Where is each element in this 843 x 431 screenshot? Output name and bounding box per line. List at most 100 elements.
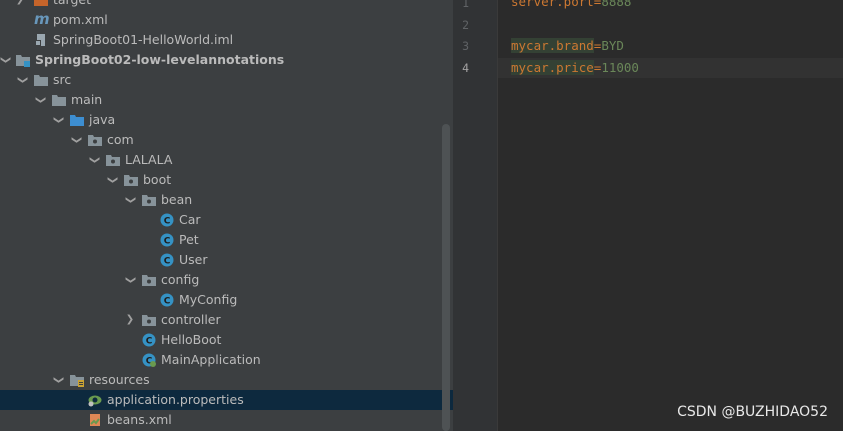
- tree-item-pet[interactable]: C Pet: [0, 230, 453, 250]
- svg-text:C: C: [164, 297, 171, 307]
- tree-item-label: User: [179, 252, 208, 267]
- tree-item-helloboot[interactable]: C HelloBoot: [0, 330, 453, 350]
- spring-properties-icon: [88, 393, 102, 407]
- class-icon: C: [160, 293, 174, 307]
- tree-item-label: java: [89, 112, 116, 127]
- chevron-down-icon[interactable]: ❯: [48, 374, 68, 386]
- class-icon: C: [160, 233, 174, 247]
- module-file-icon: [34, 33, 48, 47]
- tree-item-label: LALALA: [125, 152, 173, 167]
- property-key: mycar.brand: [511, 38, 594, 53]
- line-number: 3: [462, 39, 469, 53]
- tree-item-label: Pet: [179, 232, 199, 247]
- tree-item-boot[interactable]: ❯ boot: [0, 170, 453, 190]
- svg-text:C: C: [164, 257, 171, 267]
- tree-item-label: MyConfig: [179, 292, 238, 307]
- tree-item-mainapplication[interactable]: C MainApplication: [0, 350, 453, 370]
- chevron-right-icon[interactable]: ❯: [124, 310, 136, 330]
- chevron-down-icon[interactable]: ❯: [120, 274, 140, 286]
- tree-item-module[interactable]: ❯ SpringBoot02-low-levelannotations: [0, 50, 453, 70]
- tree-item-bean[interactable]: ❯ bean: [0, 190, 453, 210]
- tree-item-application-properties[interactable]: application.properties: [0, 390, 453, 410]
- spring-boot-class-icon: C: [142, 353, 156, 367]
- tree-item-label: Car: [179, 212, 201, 227]
- chevron-down-icon[interactable]: ❯: [0, 54, 15, 66]
- code-line-4[interactable]: mycar.price=11000: [511, 58, 639, 78]
- spring-xml-icon: [88, 413, 102, 427]
- chevron-down-icon[interactable]: ❯: [66, 134, 86, 146]
- code-editor[interactable]: 1 2 3 4 server.port=8888 mycar.brand=BYD…: [453, 0, 843, 431]
- tree-item-myconfig[interactable]: C MyConfig: [0, 290, 453, 310]
- class-icon: C: [160, 253, 174, 267]
- tree-item-label: bean: [161, 192, 193, 207]
- tree-item-label: controller: [161, 312, 221, 327]
- tree-item-label: beans.xml: [107, 412, 172, 427]
- tree-item-label: resources: [89, 372, 150, 387]
- code-line-3[interactable]: mycar.brand=BYD: [511, 36, 624, 56]
- tree-item-java[interactable]: ❯ java: [0, 110, 453, 130]
- folder-icon: [52, 93, 66, 107]
- tree-item-com[interactable]: ❯ com: [0, 130, 453, 150]
- property-value: BYD: [601, 38, 624, 53]
- tree-item-beans-xml[interactable]: beans.xml: [0, 410, 453, 430]
- maven-icon: m: [34, 10, 50, 28]
- tree-item-label: SpringBoot02-low-levelannotations: [35, 52, 285, 67]
- chevron-down-icon[interactable]: ❯: [84, 154, 104, 166]
- svg-text:C: C: [164, 217, 171, 227]
- chevron-down-icon[interactable]: ❯: [30, 94, 50, 106]
- chevron-down-icon[interactable]: ❯: [12, 74, 32, 86]
- tree-item-label: target: [53, 0, 91, 10]
- tree-scrollbar[interactable]: [442, 124, 450, 431]
- project-tree-panel: ❯ target m pom.xml SpringBoot01-HelloWor…: [0, 0, 453, 431]
- tree-item-label: main: [71, 92, 103, 107]
- property-key: server.port: [511, 0, 594, 9]
- property-value: 8888: [601, 0, 632, 9]
- tree-item-lalala[interactable]: ❯ LALALA: [0, 150, 453, 170]
- chevron-down-icon[interactable]: ❯: [120, 194, 140, 206]
- line-number-gutter: 1 2 3 4: [453, 0, 497, 431]
- tree-item-label: pom.xml: [53, 12, 108, 27]
- tree-item-controller[interactable]: ❯ controller: [0, 310, 453, 330]
- package-icon: [106, 153, 120, 167]
- tree-item-pom-xml[interactable]: m pom.xml: [0, 10, 453, 30]
- tree-item-target[interactable]: ❯ target: [0, 0, 453, 10]
- tree-item-iml-file[interactable]: SpringBoot01-HelloWorld.iml: [0, 30, 453, 50]
- svg-text:C: C: [146, 337, 153, 347]
- property-value: 11000: [601, 60, 639, 75]
- source-folder-icon: [70, 113, 84, 127]
- tree-item-src[interactable]: ❯ src: [0, 70, 453, 90]
- chevron-down-icon[interactable]: ❯: [48, 114, 68, 126]
- tree-item-user[interactable]: C User: [0, 250, 453, 270]
- tree-item-main[interactable]: ❯ main: [0, 90, 453, 110]
- tree-item-config[interactable]: ❯ config: [0, 270, 453, 290]
- package-icon: [88, 133, 102, 147]
- class-icon: C: [142, 333, 156, 347]
- line-number: 1: [462, 0, 469, 10]
- module-folder-icon: [16, 53, 30, 67]
- tree-item-resources[interactable]: ❯ resources: [0, 370, 453, 390]
- folder-icon: [34, 73, 48, 87]
- tree-item-label: MainApplication: [161, 352, 261, 367]
- package-icon: [124, 173, 138, 187]
- package-icon: [142, 273, 156, 287]
- chevron-right-icon[interactable]: ❯: [14, 0, 26, 10]
- tree-item-label: src: [53, 72, 72, 87]
- property-key: mycar.price: [511, 60, 594, 75]
- chevron-down-icon[interactable]: ❯: [102, 174, 122, 186]
- package-icon: [142, 193, 156, 207]
- tree-item-car[interactable]: C Car: [0, 210, 453, 230]
- tree-item-label: application.properties: [107, 392, 244, 407]
- resources-folder-icon: [70, 373, 84, 387]
- tree-item-label: com: [107, 132, 134, 147]
- tree-item-label: HelloBoot: [161, 332, 222, 347]
- folder-orange-icon: [34, 0, 48, 7]
- class-icon: C: [160, 213, 174, 227]
- code-line-1[interactable]: server.port=8888: [511, 0, 631, 12]
- line-number: 2: [462, 18, 469, 32]
- line-number: 4: [462, 61, 469, 75]
- package-icon: [142, 313, 156, 327]
- tree-item-label: boot: [143, 172, 172, 187]
- tree-item-label: SpringBoot01-HelloWorld.iml: [53, 32, 234, 47]
- svg-text:C: C: [164, 237, 171, 247]
- tree-item-label: config: [161, 272, 200, 287]
